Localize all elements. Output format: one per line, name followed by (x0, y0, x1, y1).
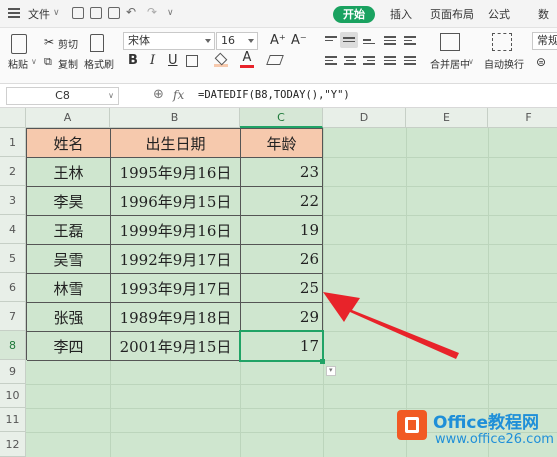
fx-icon[interactable]: fx (173, 88, 184, 102)
menu-icon[interactable] (8, 8, 20, 18)
underline-button[interactable]: U (168, 53, 178, 68)
format-painter-button[interactable]: 格式刷 (84, 56, 114, 71)
wrap-text-button[interactable]: 自动换行 (484, 56, 524, 71)
watermark-url: www.office26.com (435, 432, 554, 447)
sheet-grid[interactable]: A B C D E F 1 2 3 4 5 6 7 8 9 10 11 12 姓… (0, 108, 557, 457)
grow-font-button[interactable]: A⁺ (270, 33, 286, 48)
align-middle-icon (343, 37, 355, 44)
shrink-font-button[interactable]: A⁻ (291, 33, 307, 48)
merge-center-button[interactable]: 合并居中 (430, 56, 470, 71)
bold-button[interactable]: B (128, 53, 138, 68)
italic-button[interactable]: I (150, 53, 155, 68)
annotation-arrow (323, 292, 459, 359)
customize-icon[interactable]: ∨ (167, 8, 174, 18)
undo-icon[interactable]: ↶ (126, 5, 136, 19)
chevron-down-icon[interactable]: ∨ (108, 88, 114, 104)
paste-icon[interactable] (11, 34, 27, 54)
chevron-down-icon (248, 39, 254, 43)
distribute-icon[interactable] (404, 56, 416, 67)
orientation-icon[interactable] (384, 36, 396, 47)
office-logo-icon (397, 410, 427, 440)
borders-icon[interactable] (186, 55, 198, 67)
chevron-down-icon (205, 39, 211, 43)
format-painter-icon[interactable] (90, 34, 104, 52)
ribbon-toolbar: 粘贴 ∨ ✂ 剪切 ⧉ 复制 格式刷 宋体 16 A⁺ A⁻ B I U A 合… (0, 28, 557, 84)
chevron-down-icon[interactable]: ∨ (468, 57, 474, 66)
number-format-value: 常规 (537, 34, 557, 47)
align-center-icon[interactable] (344, 56, 356, 67)
menu-bar: 文件 ∨ ↶ ↷ ∨ 开始 插入 页面布局 公式 数 (0, 0, 557, 28)
merge-center-icon[interactable] (440, 33, 460, 51)
tab-data[interactable]: 数 (538, 6, 549, 22)
eraser-icon[interactable] (266, 55, 284, 65)
watermark: Office教程网 www.office26.com (397, 408, 554, 452)
align-top-icon[interactable] (325, 36, 337, 43)
font-name-select[interactable]: 宋体 (123, 32, 215, 50)
print-preview-icon[interactable] (108, 7, 120, 19)
chevron-down-icon[interactable]: ∨ (53, 8, 60, 18)
print-icon[interactable] (90, 7, 102, 19)
name-box-value: C8 (55, 89, 70, 102)
scissors-icon[interactable]: ✂ (44, 35, 54, 49)
align-right-icon[interactable] (363, 56, 375, 67)
save-icon[interactable] (72, 7, 84, 19)
tab-insert[interactable]: 插入 (390, 6, 412, 22)
align-bottom-icon[interactable] (363, 39, 375, 46)
paste-button[interactable]: 粘贴 (8, 56, 28, 71)
font-color-icon[interactable]: A (240, 50, 254, 68)
formula-input[interactable]: =DATEDIF(B8,TODAY(),"Y") (198, 89, 350, 101)
font-size-select[interactable]: 16 (216, 32, 258, 50)
tab-page-layout[interactable]: 页面布局 (430, 6, 474, 22)
zoom-icon[interactable]: ⊕ (153, 87, 164, 102)
copy-button[interactable]: 复制 (58, 56, 78, 71)
currency-icon[interactable]: ⊜ (536, 55, 546, 69)
number-format-select[interactable]: 常规 (532, 32, 557, 50)
font-color-glyph: A (242, 50, 252, 65)
watermark-title: Office教程网 (433, 413, 540, 433)
chevron-down-icon[interactable]: ∨ (31, 57, 37, 66)
tab-formulas[interactable]: 公式 (488, 6, 510, 22)
align-left-icon[interactable] (325, 56, 337, 67)
wrap-text-icon[interactable] (492, 33, 512, 51)
fill-color-icon[interactable] (214, 52, 228, 68)
name-box[interactable]: C8 ∨ (6, 87, 119, 105)
redo-icon[interactable]: ↷ (147, 5, 157, 19)
justify-icon[interactable] (384, 56, 396, 67)
tab-home[interactable]: 开始 (333, 6, 375, 23)
font-size-value: 16 (221, 34, 235, 47)
cut-button[interactable]: 剪切 (58, 36, 78, 51)
formula-bar: C8 ∨ ⊕ fx =DATEDIF(B8,TODAY(),"Y") (0, 84, 557, 108)
file-menu[interactable]: 文件 (28, 6, 50, 22)
copy-icon[interactable]: ⧉ (44, 55, 52, 69)
arrow-shape (323, 292, 459, 359)
indent-icon[interactable] (404, 36, 416, 47)
font-name-value: 宋体 (128, 34, 150, 47)
